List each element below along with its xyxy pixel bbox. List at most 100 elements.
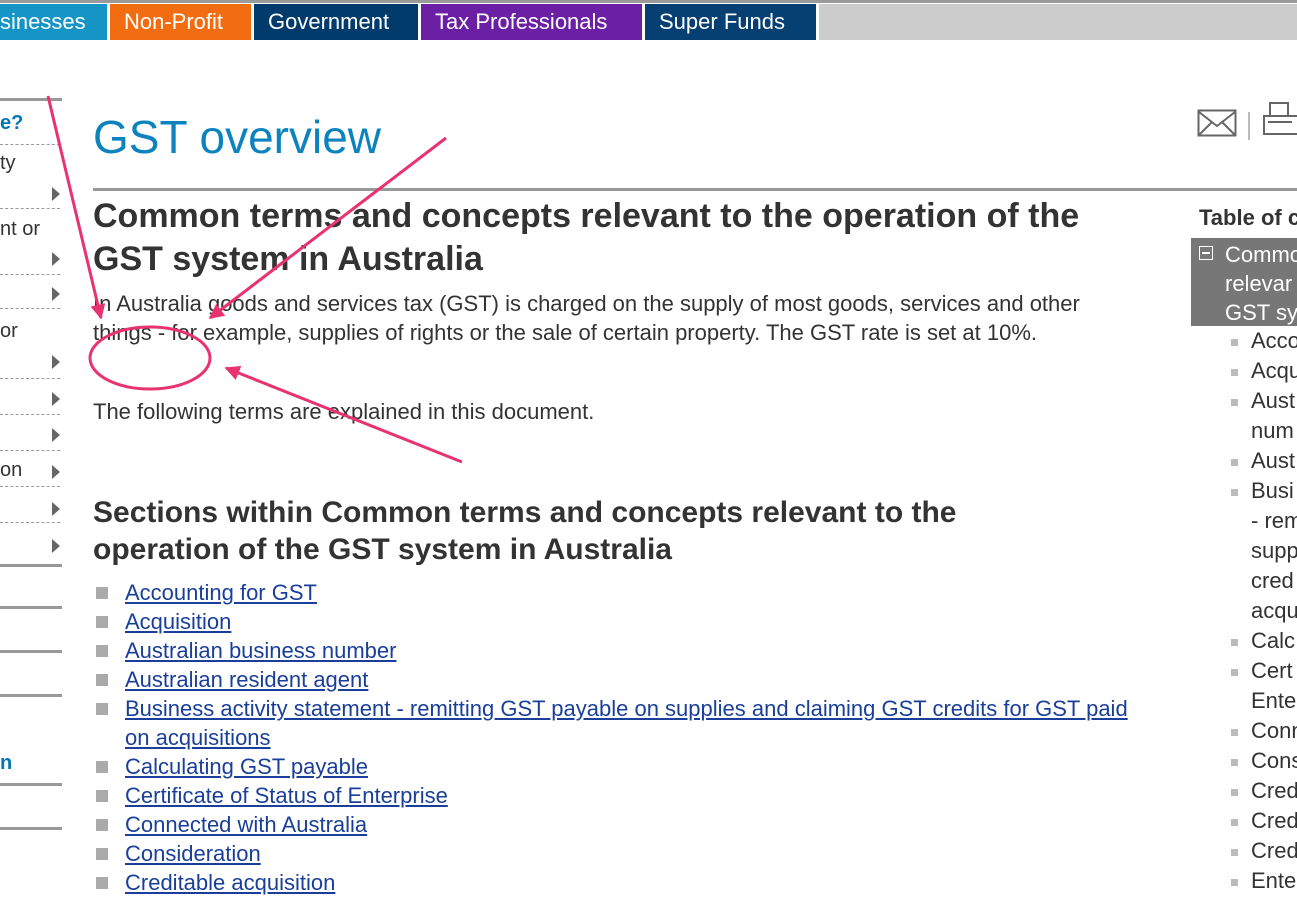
square-bullet-icon bbox=[1231, 729, 1238, 736]
tab-non-profit[interactable]: Non-Profit bbox=[110, 4, 251, 40]
list-item: Business activity statement - remitting … bbox=[93, 694, 1153, 752]
square-bullet-icon bbox=[1231, 489, 1238, 496]
section-link[interactable]: Connected with Australia bbox=[125, 812, 367, 837]
tab-government[interactable]: Government bbox=[254, 4, 418, 40]
section-link[interactable]: Business activity statement - remitting … bbox=[125, 696, 1128, 750]
table-of-contents-title: Table of c bbox=[1199, 205, 1297, 230]
tab-super-funds[interactable]: Super Funds bbox=[645, 4, 816, 40]
expand-arrow-icon[interactable] bbox=[52, 502, 60, 516]
toc-item[interactable]: Busi bbox=[1231, 476, 1297, 506]
toc-item-continued[interactable]: - rem bbox=[1231, 506, 1297, 536]
toc-item[interactable]: Aust bbox=[1231, 446, 1297, 476]
section-link[interactable]: Australian business number bbox=[125, 638, 396, 663]
expand-arrow-icon[interactable] bbox=[52, 539, 60, 553]
toc-item-continued[interactable]: supp bbox=[1231, 536, 1297, 566]
list-item: Australian resident agent bbox=[93, 665, 1153, 694]
toc-item[interactable]: Ente bbox=[1231, 866, 1297, 896]
sidebar-item-ty[interactable]: ty bbox=[0, 152, 16, 175]
toc-item[interactable]: Cert bbox=[1231, 656, 1297, 686]
square-bullet-icon bbox=[1231, 819, 1238, 826]
sidebar-item-nt-or[interactable]: nt or bbox=[0, 218, 40, 241]
square-bullet-icon bbox=[96, 674, 108, 686]
sidebar-divider bbox=[0, 378, 60, 379]
page-title: GST overview bbox=[93, 111, 382, 163]
section-link[interactable]: Accounting for GST bbox=[125, 580, 317, 605]
sidebar-item-question[interactable]: e? bbox=[0, 112, 23, 135]
section-link[interactable]: Calculating GST payable bbox=[125, 754, 368, 779]
section-link[interactable]: Australian resident agent bbox=[125, 667, 368, 692]
icon-separator bbox=[1248, 112, 1250, 140]
toc-item[interactable]: Cons bbox=[1231, 746, 1297, 776]
sidebar-divider bbox=[0, 308, 60, 309]
list-item: Certificate of Status of Enterprise bbox=[93, 781, 1153, 810]
top-rule bbox=[0, 0, 1297, 3]
toc-item-continued[interactable]: Ente bbox=[1231, 686, 1297, 716]
table-of-contents: Acco Acqu Aust num Aust Busi - rem supp … bbox=[1231, 326, 1297, 896]
list-item: Calculating GST payable bbox=[93, 752, 1153, 781]
expand-arrow-icon[interactable] bbox=[52, 287, 60, 301]
square-bullet-icon bbox=[96, 848, 108, 860]
expand-arrow-icon[interactable] bbox=[52, 428, 60, 442]
expand-arrow-icon[interactable] bbox=[52, 187, 60, 201]
expand-arrow-icon[interactable] bbox=[52, 465, 60, 479]
sidebar-divider bbox=[0, 486, 60, 487]
tab-businesses[interactable]: sinesses bbox=[0, 4, 107, 40]
sidebar-rule bbox=[0, 606, 62, 609]
section-link[interactable]: Acquisition bbox=[125, 609, 231, 634]
following-paragraph: The following terms are explained in thi… bbox=[93, 399, 595, 424]
toc-item[interactable]: Calc bbox=[1231, 626, 1297, 656]
square-bullet-icon bbox=[1231, 759, 1238, 766]
sidebar-item-or[interactable]: or bbox=[0, 320, 18, 343]
expand-arrow-icon[interactable] bbox=[52, 252, 60, 266]
toc-current-label: Commo relevar GST sy bbox=[1225, 242, 1297, 325]
section-link[interactable]: Certificate of Status of Enterprise bbox=[125, 783, 448, 808]
square-bullet-icon bbox=[1231, 639, 1238, 646]
toc-item[interactable]: Acqu bbox=[1231, 356, 1297, 386]
square-bullet-icon bbox=[96, 877, 108, 889]
list-item: Accounting for GST bbox=[93, 578, 1153, 607]
top-navigation: sinesses Non-Profit Government Tax Profe… bbox=[0, 0, 1297, 42]
tab-tax-professionals[interactable]: Tax Professionals bbox=[421, 4, 642, 40]
section-link[interactable]: Creditable acquisition bbox=[125, 870, 335, 895]
sidebar-item-on[interactable]: on bbox=[0, 459, 22, 482]
sidebar-rule bbox=[0, 694, 62, 697]
collapse-icon[interactable] bbox=[1199, 246, 1213, 260]
square-bullet-icon bbox=[96, 819, 108, 831]
email-icon[interactable] bbox=[1197, 109, 1237, 137]
list-item: Australian business number bbox=[93, 636, 1153, 665]
toc-item[interactable]: Cred bbox=[1231, 836, 1297, 866]
toc-item-continued[interactable]: cred bbox=[1231, 566, 1297, 596]
toc-item-continued[interactable]: num bbox=[1231, 416, 1297, 446]
sidebar-rule bbox=[0, 827, 62, 830]
square-bullet-icon bbox=[96, 616, 108, 628]
expand-arrow-icon[interactable] bbox=[52, 355, 60, 369]
sidebar-divider bbox=[0, 144, 60, 145]
square-bullet-icon bbox=[1231, 879, 1238, 886]
intro-paragraph: In Australia goods and services tax (GST… bbox=[93, 291, 1080, 345]
toc-item[interactable]: Aust bbox=[1231, 386, 1297, 416]
sidebar-divider bbox=[0, 522, 60, 523]
square-bullet-icon bbox=[96, 790, 108, 802]
square-bullet-icon bbox=[1231, 369, 1238, 376]
toc-item[interactable]: Conn bbox=[1231, 716, 1297, 746]
square-bullet-icon bbox=[1231, 339, 1238, 346]
toc-item[interactable]: Cred bbox=[1231, 776, 1297, 806]
tab-bar-filler bbox=[819, 4, 1297, 40]
sidebar-divider bbox=[0, 414, 60, 415]
document-heading: Common terms and concepts relevant to th… bbox=[93, 197, 1080, 278]
toc-current-item[interactable]: Commo relevar GST sy bbox=[1191, 238, 1297, 326]
square-bullet-icon bbox=[1231, 789, 1238, 796]
toc-item[interactable]: Cred bbox=[1231, 806, 1297, 836]
sidebar-item-n[interactable]: n bbox=[0, 752, 12, 775]
sidebar-rule bbox=[0, 783, 62, 786]
title-divider bbox=[93, 188, 1297, 191]
section-link[interactable]: Consideration bbox=[125, 841, 261, 866]
print-icon[interactable] bbox=[1262, 100, 1297, 136]
toc-item-continued[interactable]: acqu bbox=[1231, 596, 1297, 626]
list-item: Acquisition bbox=[93, 607, 1153, 636]
toc-item[interactable]: Acco bbox=[1231, 326, 1297, 356]
expand-arrow-icon[interactable] bbox=[52, 392, 60, 406]
list-item: Consideration bbox=[93, 839, 1153, 868]
list-item: Creditable acquisition bbox=[93, 868, 1153, 897]
sidebar-divider bbox=[0, 274, 60, 275]
